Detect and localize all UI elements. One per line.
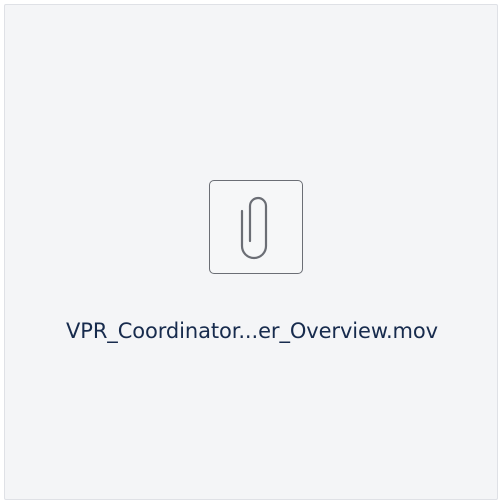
- attachment-card[interactable]: VPR_Coordinator...er_Overview.mov: [4, 4, 498, 500]
- file-name-label: VPR_Coordinator...er_Overview.mov: [65, 319, 438, 343]
- file-icon-box: [209, 180, 303, 274]
- paperclip-icon: [240, 196, 268, 260]
